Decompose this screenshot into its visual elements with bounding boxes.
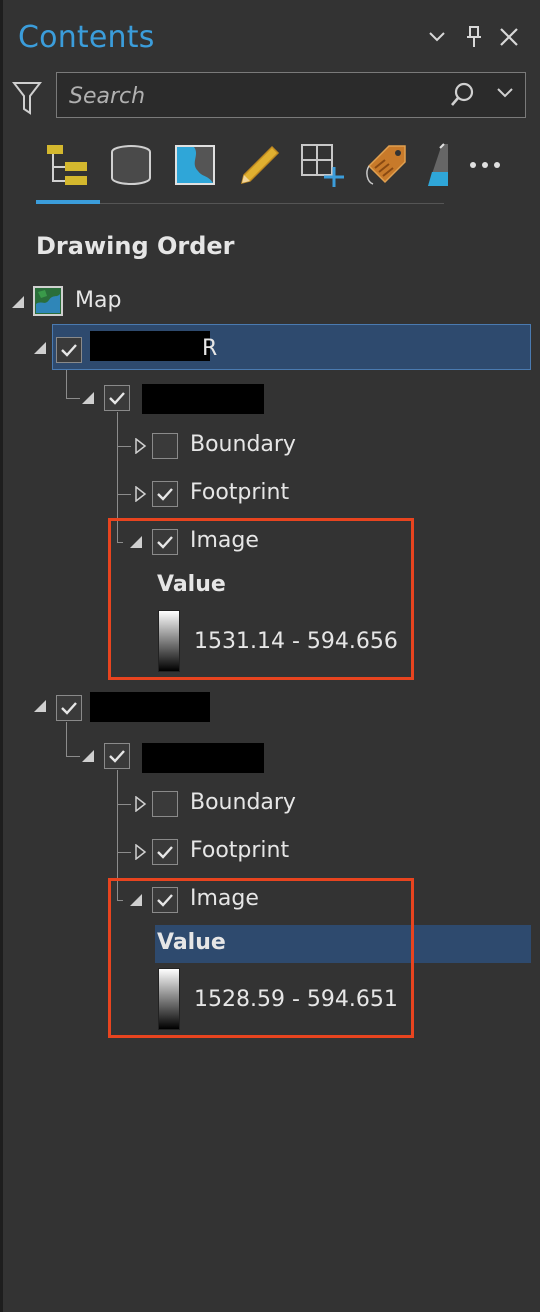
- list-by-perspective-imagery-icon: [428, 143, 448, 186]
- checkmark-icon: [157, 846, 173, 859]
- auto-hide-button[interactable]: [461, 22, 487, 52]
- search-icon: [451, 82, 474, 106]
- sublayer-visibility-checkbox[interactable]: [104, 743, 130, 769]
- tree-line: [66, 722, 67, 756]
- redacted-sublayer-name: [142, 384, 264, 414]
- boundary-label[interactable]: Boundary: [190, 432, 296, 457]
- annotation-callout-box: [108, 878, 414, 1038]
- tab-perspective-imagery[interactable]: [418, 140, 448, 190]
- collapse-arrow-icon[interactable]: [10, 294, 26, 310]
- tab-selection[interactable]: [170, 140, 220, 190]
- layer-name-suffix[interactable]: R: [202, 336, 217, 361]
- search-box: [56, 72, 526, 118]
- footprint-checkbox[interactable]: [152, 481, 178, 507]
- list-by-snapping-icon: [301, 144, 344, 187]
- redacted-sublayer-name: [142, 743, 264, 773]
- checkmark-icon: [109, 392, 125, 405]
- expand-arrow-icon[interactable]: [132, 844, 148, 860]
- more-icon: [470, 162, 500, 168]
- pin-icon: [467, 26, 481, 47]
- tab-drawing-order[interactable]: [42, 140, 92, 190]
- collapse-arrow-icon[interactable]: [32, 698, 48, 714]
- layer-visibility-checkbox[interactable]: [56, 337, 82, 363]
- tree-line: [117, 494, 131, 495]
- footprint-label[interactable]: Footprint: [190, 480, 289, 505]
- filter-button[interactable]: [11, 80, 43, 116]
- panel-options-button[interactable]: [424, 22, 450, 52]
- chevron-down-icon: [429, 32, 445, 42]
- expand-arrow-icon[interactable]: [132, 438, 148, 454]
- checkmark-icon: [157, 488, 173, 501]
- tab-labeling[interactable]: [362, 140, 412, 190]
- close-button[interactable]: [496, 22, 522, 52]
- tab-editing[interactable]: [234, 140, 284, 190]
- tab-data-source[interactable]: [106, 140, 156, 190]
- search-options-dropdown[interactable]: [495, 85, 519, 107]
- tree-line: [66, 398, 80, 399]
- section-title: Drawing Order: [36, 232, 235, 260]
- chevron-down-icon: [497, 88, 513, 98]
- search-input[interactable]: [67, 79, 441, 113]
- active-tab-indicator: [36, 200, 100, 204]
- search-button[interactable]: [449, 81, 477, 109]
- checkmark-icon: [109, 750, 125, 763]
- footprint-label[interactable]: Footprint: [190, 838, 289, 863]
- map-label[interactable]: Map: [75, 288, 121, 313]
- list-by-labeling-icon: [366, 145, 406, 185]
- footprint-checkbox[interactable]: [152, 839, 178, 865]
- expand-arrow-icon[interactable]: [132, 796, 148, 812]
- collapse-arrow-icon[interactable]: [80, 748, 96, 764]
- filter-icon: [11, 82, 43, 115]
- tree-line: [117, 446, 131, 447]
- sublayer-visibility-checkbox[interactable]: [104, 385, 130, 411]
- checkmark-icon: [61, 344, 77, 357]
- boundary-checkbox[interactable]: [152, 433, 178, 459]
- tree-line: [66, 756, 80, 757]
- collapse-arrow-icon[interactable]: [80, 390, 96, 406]
- redacted-layer-name: [90, 331, 210, 361]
- list-by-selection-icon: [175, 145, 215, 185]
- tab-snapping[interactable]: [298, 140, 348, 190]
- boundary-label[interactable]: Boundary: [190, 790, 296, 815]
- list-by-data-source-icon: [111, 145, 151, 185]
- boundary-checkbox[interactable]: [152, 791, 178, 817]
- expand-arrow-icon[interactable]: [132, 486, 148, 502]
- tree-line: [117, 852, 131, 853]
- checkmark-icon: [61, 702, 77, 715]
- panel-title: Contents: [18, 20, 155, 55]
- list-by-editing-icon: [240, 145, 280, 185]
- panel-left-edge: [0, 0, 3, 1312]
- tree-line: [117, 804, 131, 805]
- annotation-callout-box: [108, 518, 414, 680]
- map-icon: [33, 286, 63, 316]
- close-icon: [500, 28, 518, 46]
- collapse-arrow-icon[interactable]: [32, 340, 48, 356]
- redacted-layer-name: [90, 692, 210, 722]
- more-tabs-button[interactable]: [460, 140, 510, 190]
- list-by-drawing-order-icon: [47, 145, 87, 185]
- layer-visibility-checkbox[interactable]: [56, 695, 82, 721]
- tree-line: [66, 370, 67, 398]
